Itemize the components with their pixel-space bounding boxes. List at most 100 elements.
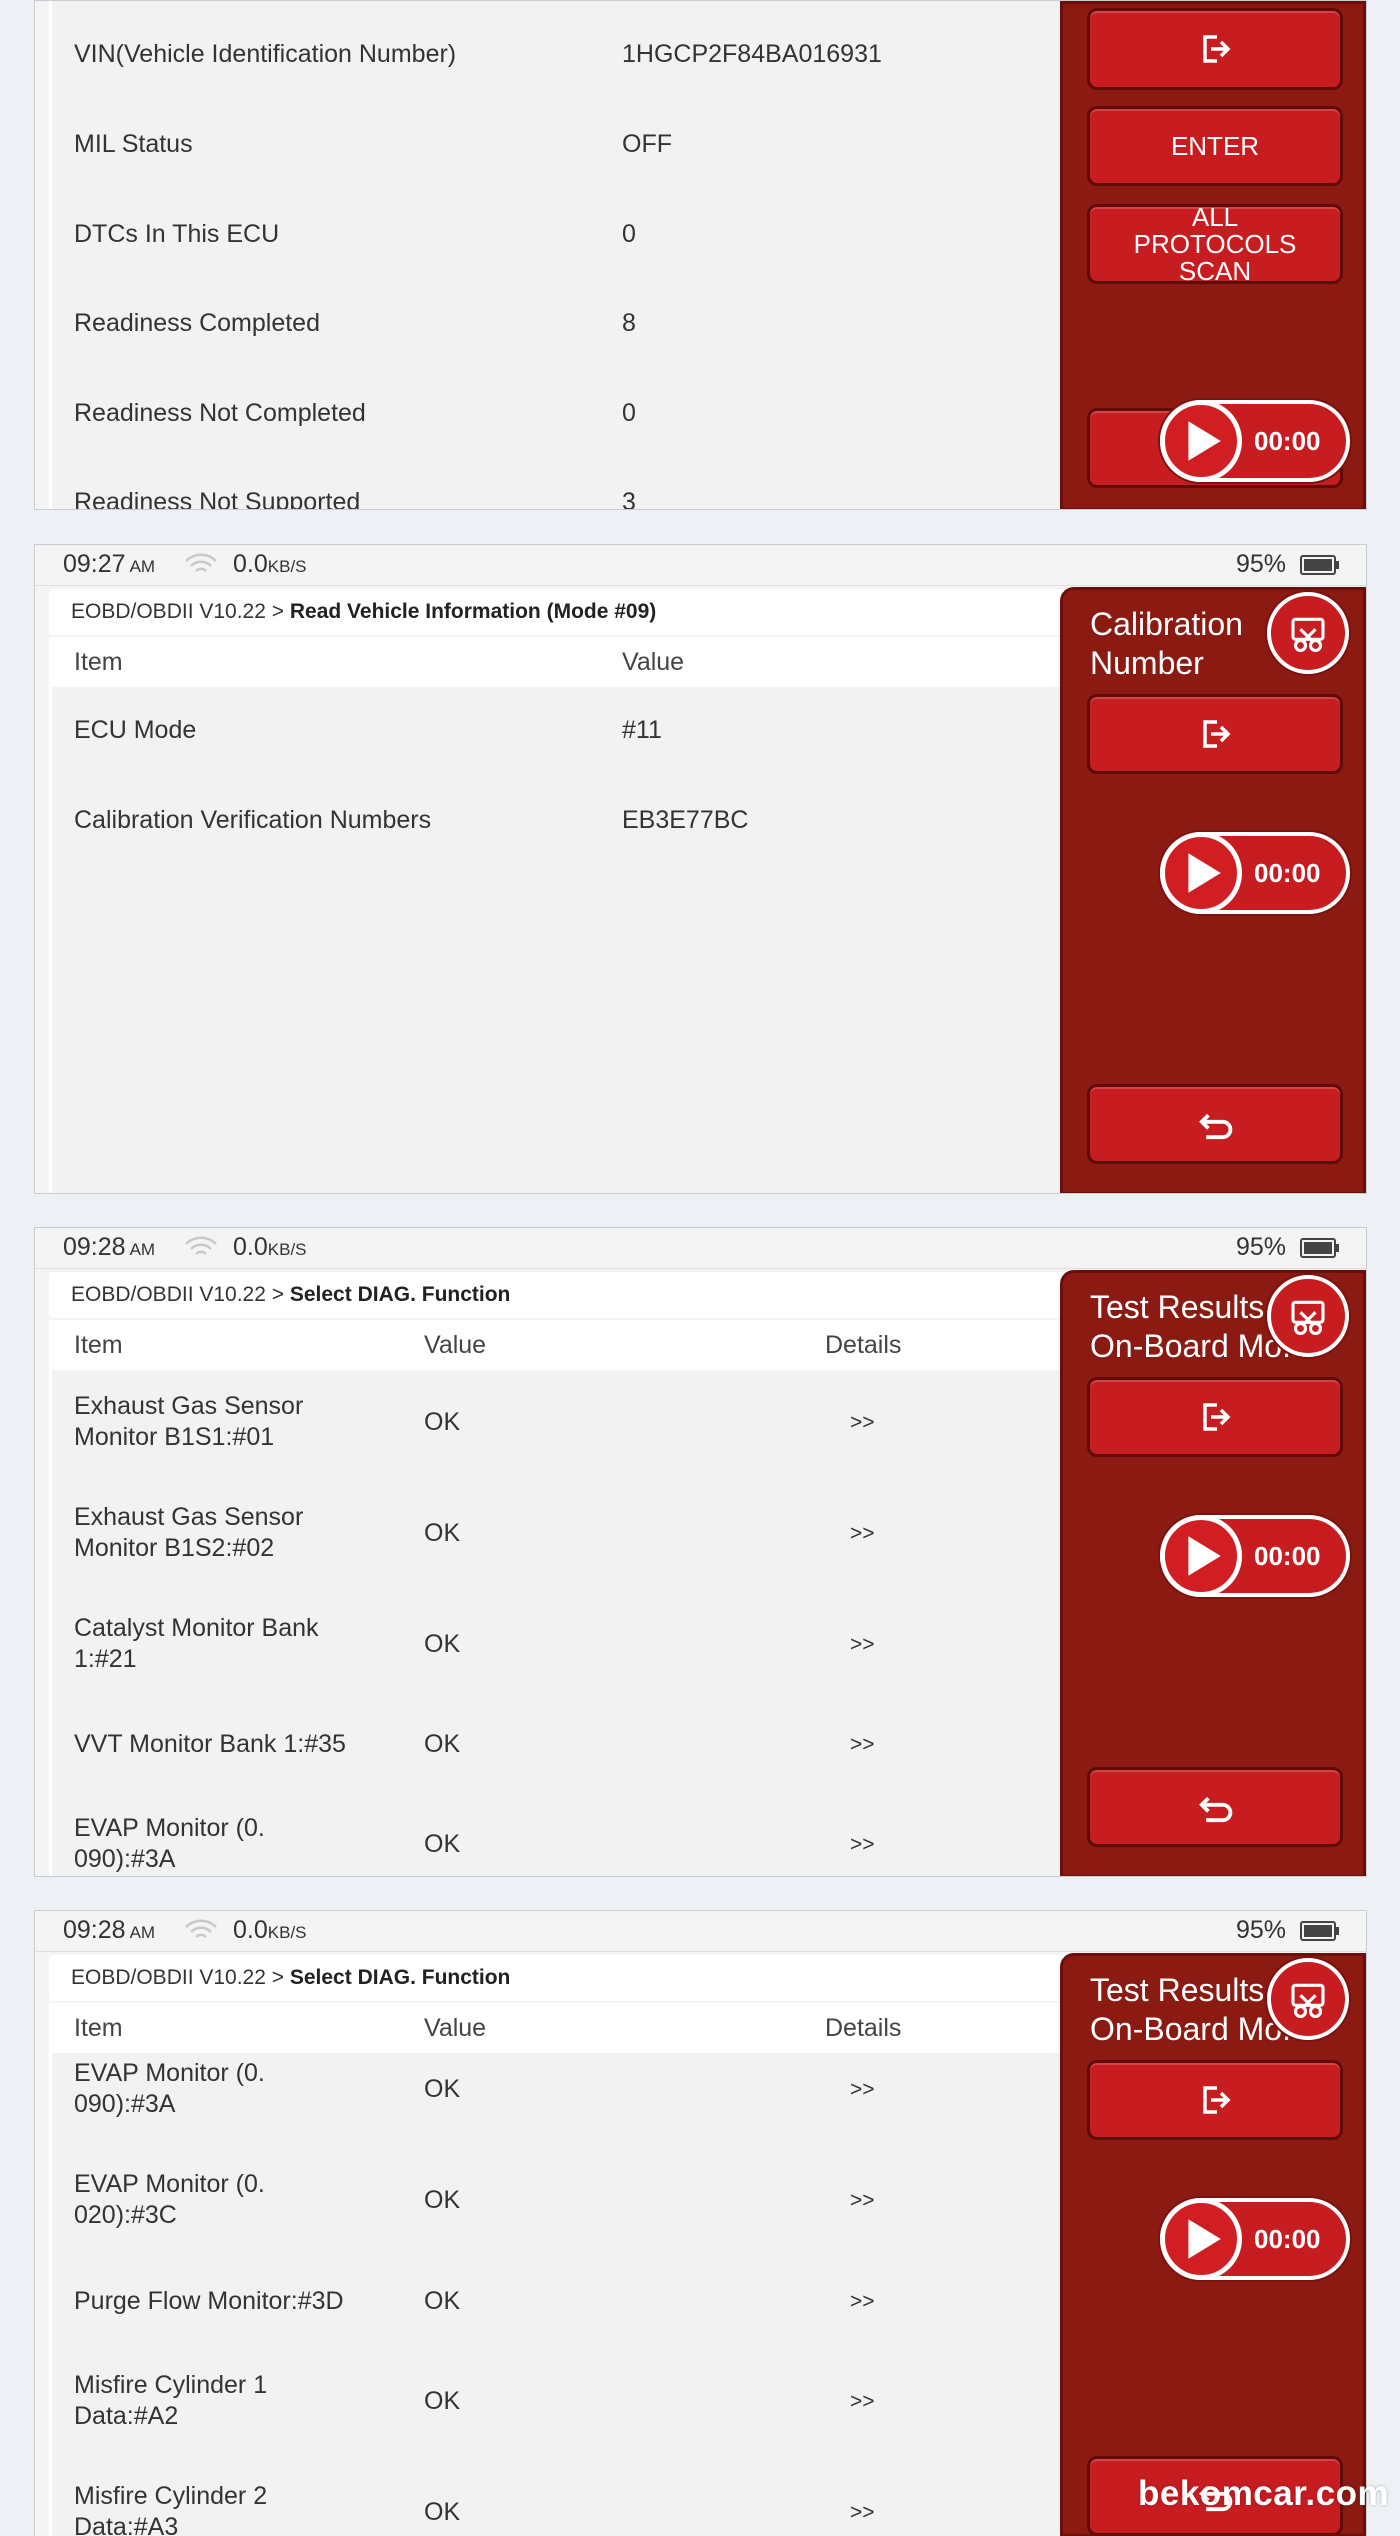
sidebar: ENTER ALL PROTOCOLS SCAN 00:00 [1060,1,1366,509]
exit-button[interactable] [1087,694,1343,774]
status-time: 09:27 AM [63,550,156,578]
back-button[interactable] [1087,1084,1343,1164]
row-value-vin: 1HGCP2F84BA016931 [622,40,882,68]
row-item: EVAP Monitor (0. 090):#3A [74,2059,265,2118]
network-speed: 0.0KB/S [233,1233,307,1261]
sidebar: Calibration Number 00:00 [1060,587,1366,1193]
breadcrumb: EOBD/OBDII V10.22 > Select DIAG. Functio… [49,1955,1079,2001]
exit-icon [1195,2080,1235,2120]
row-details-button[interactable]: >> [850,2286,875,2317]
table-header: Item Value Details [52,1320,1079,1370]
row-value: OK [424,1408,461,1436]
screenshot-button[interactable] [1267,1275,1349,1357]
row-value: OK [424,2498,461,2526]
header-details: Details [825,2014,902,2042]
row-details-button[interactable]: >> [850,1629,875,1660]
record-button[interactable]: 00:00 [1160,1515,1350,1597]
back-icon [1193,1102,1237,1146]
data-table: Item Value Details Exhaust Gas Sensor Mo… [49,1320,1079,1876]
battery-percent: 95% [1235,1233,1286,1261]
row-details-button[interactable]: >> [850,1518,875,1549]
wifi-icon [185,553,217,572]
row-value: OK [424,2287,461,2315]
record-timer: 00:00 [1254,1541,1321,1571]
row-details-button[interactable]: >> [850,2185,875,2216]
wifi-icon [185,1236,217,1255]
battery-icon [1300,555,1339,575]
row-details-button[interactable]: >> [850,1829,875,1860]
all-protocols-scan-button[interactable]: ALL PROTOCOLS SCAN [1087,203,1343,284]
watermark: bekomcar.com [1138,2474,1390,2513]
row-item-mil: MIL Status [74,130,193,158]
row-value-cvn: EB3E77BC [622,806,749,834]
screenshot-icon [1283,1291,1333,1341]
header-item: Item [74,2014,123,2042]
row-details-button[interactable]: >> [850,2497,875,2528]
screenshot-icon [1283,608,1333,658]
row-details-button[interactable]: >> [850,1729,875,1760]
breadcrumb: EOBD/OBDII V10.22 > Read Vehicle Informa… [49,589,1079,635]
row-value: OK [424,2387,461,2415]
sidebar: Test Results On-Board Mo... 00:00 [1060,1953,1366,2536]
row-item-ecu-mode: ECU Mode [74,716,197,744]
row-item: Purge Flow Monitor:#3D [74,2287,344,2315]
exit-button[interactable] [1087,8,1343,90]
exit-icon [1195,1397,1235,1437]
status-time: 09:28 AM [63,1916,156,1944]
row-item: Misfire Cylinder 1 Data:#A2 [74,2371,268,2430]
status-bar: 09:27 AM 0.0KB/S 95% [35,545,1366,586]
network-speed: 0.0KB/S [233,1916,307,1944]
data-table: Item Value ECU Mode #11 Calibration Veri… [49,637,1079,1193]
panel-select-diag-function-2: 09:28 AM 0.0KB/S 95% EOBD/OBDII V10.22 > … [34,1910,1367,2536]
battery-icon [1300,1921,1339,1941]
play-icon [1160,832,1242,914]
row-item: EVAP Monitor (0. 020):#3C [74,2170,265,2229]
header-value: Value [424,2014,487,2042]
status-time: 09:28 AM [63,1233,156,1261]
battery-percent: 95% [1235,550,1286,578]
exit-icon [1195,29,1235,69]
enter-button[interactable]: ENTER [1087,106,1343,186]
sidebar-title-line1: Test Results [1090,1289,1265,1325]
sidebar-title-line1: Calibration [1090,606,1243,642]
play-icon [1160,1515,1242,1597]
record-button[interactable]: 00:00 [1160,832,1350,914]
status-bar: 09:28 AM 0.0KB/S 95% [35,1228,1366,1269]
record-timer: 00:00 [1254,2224,1321,2254]
screenshot-button[interactable] [1267,592,1349,674]
wifi-icon [185,1919,217,1938]
record-button[interactable]: 00:00 [1160,400,1350,482]
panel-select-diag-function-1: 09:28 AM 0.0KB/S 95% EOBD/OBDII V10.22 > … [34,1227,1367,1877]
row-value-readiness-not-supported: 3 [622,488,636,510]
sidebar: Test Results On-Board Mo... 00:00 [1060,1270,1366,1876]
row-details-button[interactable]: >> [850,1407,875,1438]
row-details-button[interactable]: >> [850,2386,875,2417]
row-item: EVAP Monitor (0. 090):#3A [74,1814,265,1873]
row-item: Catalyst Monitor Bank 1:#21 [74,1614,319,1673]
status-bar: 09:28 AM 0.0KB/S 95% [35,1911,1366,1952]
exit-button[interactable] [1087,2060,1343,2140]
screenshot-button[interactable] [1267,1958,1349,2040]
table-header: Item Value [52,637,1079,687]
row-item-readiness-not-supported: Readiness Not Supported [74,488,361,510]
row-details-button[interactable]: >> [850,2074,875,2105]
row-value: OK [424,2075,461,2103]
exit-button[interactable] [1087,1377,1343,1457]
row-item-readiness-completed: Readiness Completed [74,309,320,337]
network-speed: 0.0KB/S [233,550,307,578]
back-button[interactable] [1087,1767,1343,1847]
row-value: OK [424,1830,461,1858]
battery-percent: 95% [1235,1916,1286,1944]
sidebar-title-line2: Number [1090,645,1204,681]
battery-icon [1300,1238,1339,1258]
row-item-cvn: Calibration Verification Numbers [74,806,432,834]
record-timer: 00:00 [1254,426,1321,456]
panel-read-vehicle-info: 09:27 AM 0.0KB/S 95% EOBD/OBDII V10.22 > … [34,544,1367,1194]
row-item-dtcs: DTCs In This ECU [74,220,280,248]
header-item: Item [74,1331,123,1359]
record-button[interactable]: 00:00 [1160,2198,1350,2280]
row-item: Misfire Cylinder 2 Data:#A3 [74,2482,268,2536]
row-value: OK [424,1730,461,1758]
row-item-readiness-not-completed: Readiness Not Completed [74,399,366,427]
row-value: OK [424,2186,461,2214]
